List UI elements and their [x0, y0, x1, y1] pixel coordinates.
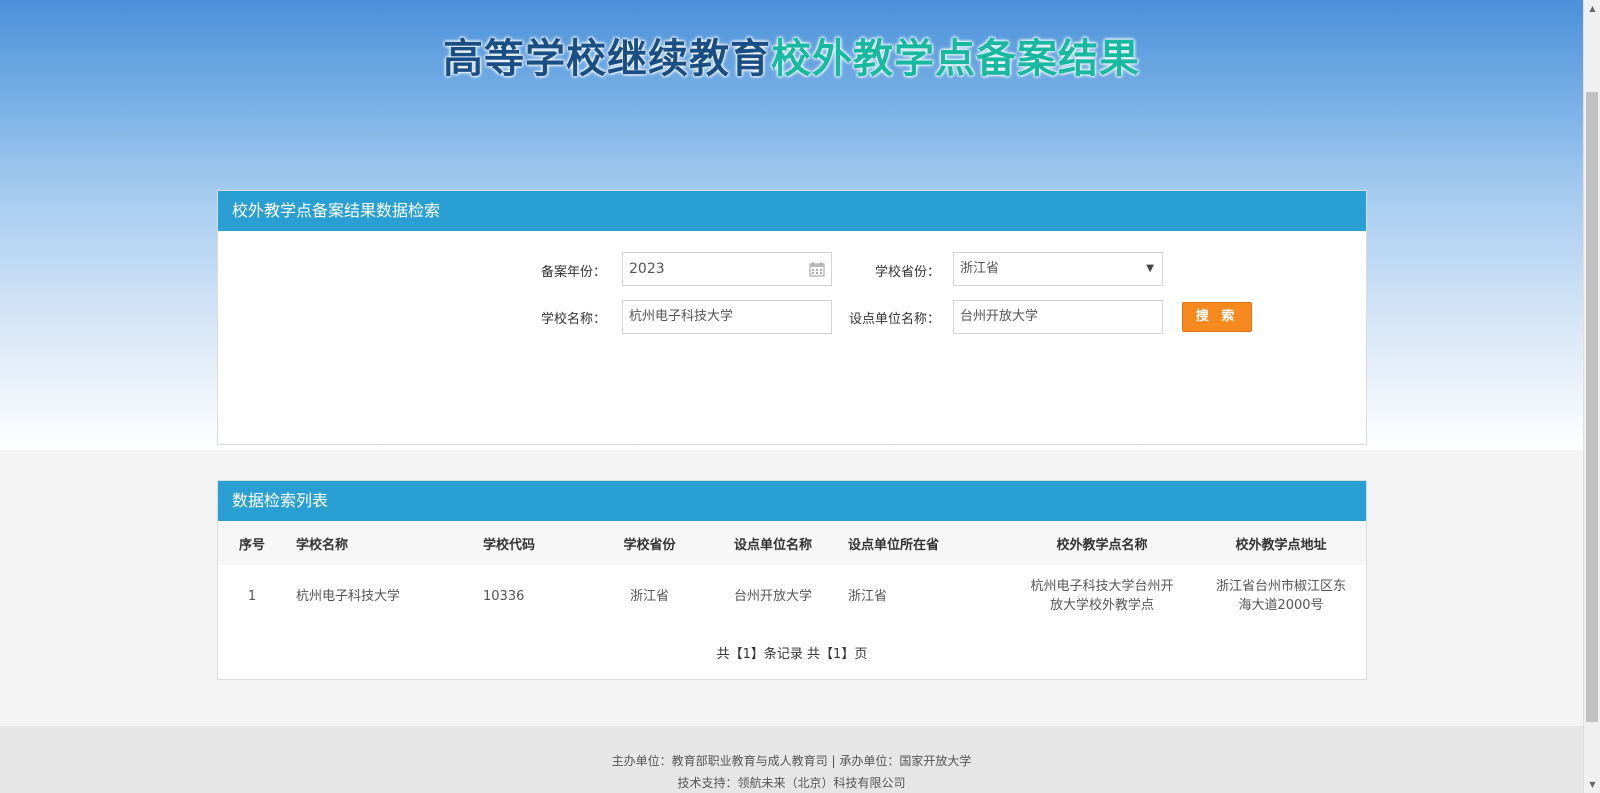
- vertical-scrollbar[interactable]: ▲ ▼: [1583, 0, 1600, 793]
- school-name-value: 杭州电子科技大学: [629, 309, 734, 324]
- cell-unit-name: 台州开放大学: [733, 588, 812, 604]
- col-header-school-name: 学校名称: [286, 521, 473, 565]
- school-label: 学校名称：: [540, 312, 606, 327]
- cell-site-name: 杭州电子科技大学台州开放大学校外教学点: [1030, 579, 1174, 613]
- col-header-school-province: 学校省份: [591, 521, 708, 565]
- cell-unit-province: 浙江省: [848, 588, 888, 604]
- footer: 主办单位：教育部职业教育与成人教育司 | 承办单位：国家开放大学 技术支持：领航…: [0, 726, 1583, 793]
- pagination-summary: 共【1】条记录 共【1】页: [716, 647, 868, 662]
- province-label: 学校省份：: [874, 265, 940, 280]
- results-table: 序号 学校名称 学校代码 学校省份 设点单位名称 设点单位所在省 校外教学点名称…: [218, 521, 1366, 627]
- cell-school-name: 杭州电子科技大学: [296, 588, 401, 604]
- cell-school-province: 浙江省: [629, 588, 669, 604]
- search-button[interactable]: 搜 索: [1182, 302, 1252, 332]
- col-header-school-code: 学校代码: [473, 521, 591, 565]
- results-panel: 数据检索列表 序号 学校名称 学校代码 学校省份 设点单位名称 设点单位所在省 …: [217, 480, 1367, 680]
- year-label: 备案年份：: [540, 265, 606, 280]
- page-title: 高等学校继续教育校外教学点备案结果: [0, 26, 1583, 84]
- footer-tech-support: 技术支持：领航未来（北京）科技有限公司: [677, 776, 906, 790]
- col-header-index: 序号: [218, 521, 286, 565]
- footer-organizers: 主办单位：教育部职业教育与成人教育司 | 承办单位：国家开放大学: [611, 754, 972, 768]
- page-title-part1: 高等学校继续教育: [443, 36, 771, 82]
- page: 高等学校继续教育校外教学点备案结果 校外教学点备案结果数据检索 备案年份： 20…: [0, 0, 1583, 793]
- unit-label: 设点单位名称：: [848, 312, 940, 327]
- search-panel: 校外教学点备案结果数据检索 备案年份： 2023 学校省份： 浙江省 ▼ 学校名…: [217, 190, 1367, 445]
- scrollbar-thumb[interactable]: [1586, 92, 1598, 722]
- col-header-unit-name: 设点单位名称: [708, 521, 838, 565]
- unit-name-value: 台州开放大学: [960, 309, 1039, 324]
- col-header-site-name: 校外教学点名称: [1008, 521, 1196, 565]
- cell-school-code: 10336: [483, 588, 525, 604]
- col-header-unit-province: 设点单位所在省: [838, 521, 1008, 565]
- search-form: 备案年份： 2023 学校省份： 浙江省 ▼ 学校名称： 杭州电子科技大学 设点…: [218, 231, 1366, 446]
- page-title-part2: 校外教学点备案结果: [771, 36, 1140, 82]
- year-value: 2023: [629, 261, 665, 277]
- cell-index: 1: [247, 588, 257, 604]
- results-panel-title: 数据检索列表: [218, 481, 1366, 521]
- chevron-down-icon: ▼: [1146, 263, 1154, 274]
- unit-name-input[interactable]: 台州开放大学: [953, 300, 1163, 334]
- col-header-site-address: 校外教学点地址: [1196, 521, 1366, 565]
- scroll-up-icon[interactable]: ▲: [1584, 0, 1600, 17]
- calendar-icon[interactable]: [809, 261, 825, 277]
- school-name-input[interactable]: 杭州电子科技大学: [622, 300, 832, 334]
- search-panel-title: 校外教学点备案结果数据检索: [218, 191, 1366, 231]
- province-select[interactable]: 浙江省 ▼: [953, 252, 1163, 286]
- cell-site-address: 浙江省台州市椒江区东海大道2000号: [1215, 579, 1346, 613]
- province-value: 浙江省: [960, 261, 1000, 276]
- table-row: 1 杭州电子科技大学 10336 浙江省 台州开放大学 浙江省 杭州电子科技大学…: [218, 565, 1366, 627]
- table-header-row: 序号 学校名称 学校代码 学校省份 设点单位名称 设点单位所在省 校外教学点名称…: [218, 521, 1366, 565]
- scroll-down-icon[interactable]: ▼: [1584, 776, 1600, 793]
- year-field[interactable]: 2023: [622, 252, 832, 286]
